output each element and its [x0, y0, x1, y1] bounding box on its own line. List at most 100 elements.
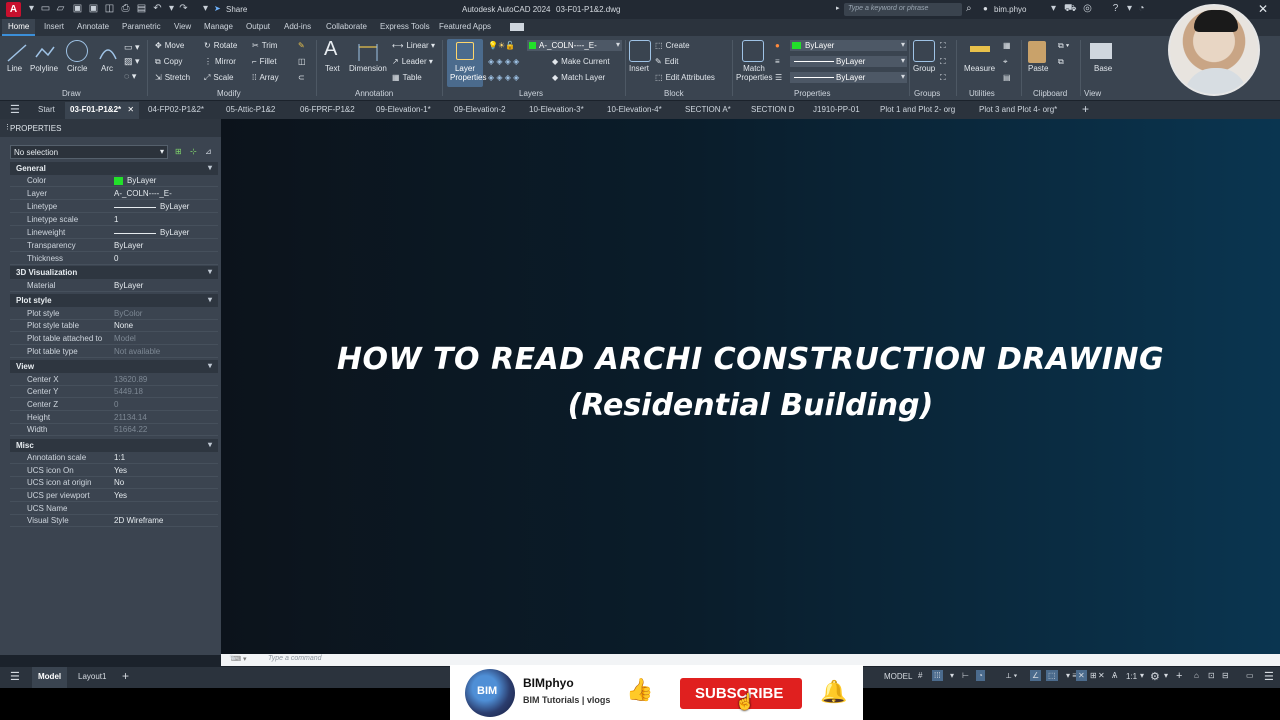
rotate-button[interactable]: ↻ Rotate [204, 41, 237, 50]
tab-express-tools[interactable]: Express Tools [380, 22, 430, 31]
view-category[interactable]: View ▾ [10, 360, 218, 373]
color-dropdown[interactable]: ByLayer ▾ [790, 40, 907, 51]
add-icon[interactable]: + [1176, 670, 1182, 682]
clipboard-panel-label[interactable]: Clipboard [1033, 89, 1067, 98]
prop-row-thickness[interactable]: Thickness 0 [10, 253, 218, 265]
doc-tab[interactable]: 09-Elevation-1* [376, 105, 431, 114]
layer-properties-button[interactable]: Layer Properties [447, 39, 486, 87]
autodesk-app-store-icon[interactable]: ◔ [1136, 3, 1147, 14]
search-icon[interactable]: ⌕ [966, 3, 972, 14]
leader-button[interactable]: ↗ Leader ▾ [392, 57, 433, 66]
group-edit-icon[interactable]: ⛶ [940, 57, 946, 67]
prop-row-ucs-name[interactable]: UCS Name [10, 503, 218, 515]
layout-menu-icon[interactable]: ☰ [10, 670, 20, 683]
close-window-icon[interactable]: ✕ [1258, 2, 1268, 16]
palette-grip-icon[interactable]: ⋮ [4, 123, 11, 131]
prop-row-annotation-scale[interactable]: Annotation scale 1:1 [10, 452, 218, 464]
scale-button[interactable]: ⤢ Scale [204, 73, 233, 83]
properties-header[interactable]: ⋮ PROPERTIES [0, 119, 221, 137]
prop-row-center-y[interactable]: Center Y 5449.18 [10, 386, 218, 398]
collapse-arrow-icon[interactable]: ▾ [208, 440, 212, 449]
line-button[interactable]: Line [7, 64, 22, 73]
tab-home[interactable]: Home [2, 19, 36, 36]
prop-row-linetype-scale[interactable]: Linetype scale 1 [10, 214, 218, 226]
count-icon[interactable]: ▤ [1003, 73, 1011, 82]
new-layout-icon[interactable]: + [122, 669, 129, 683]
doc-tab[interactable]: J1910-PP-01 [813, 105, 860, 114]
annotation-scale-icon[interactable]: Ѧ [1112, 671, 1117, 680]
web-save-icon[interactable]: ◫ [104, 3, 115, 14]
layer-tools-row1-icons[interactable]: ◈ ◈ ◈ ◈ [488, 57, 519, 66]
linetype-dropdown[interactable]: ByLayer ▾ [790, 72, 907, 83]
insert-button[interactable]: Insert [629, 64, 649, 73]
layer-state-icons[interactable]: 💡☀🔓 [488, 41, 515, 50]
print-icon[interactable]: ⎙ [120, 3, 131, 14]
modify-panel-label[interactable]: Modify [217, 89, 241, 98]
thumbs-up-icon[interactable]: 👍 [626, 677, 653, 703]
array-button[interactable]: ⁞⁞ Array [252, 73, 279, 82]
prop-row-color[interactable]: Color ByLayer [10, 175, 218, 187]
tab-parametric[interactable]: Parametric [122, 22, 161, 31]
prop-row-center-z[interactable]: Center Z 0 [10, 399, 218, 411]
move-button[interactable]: ✥ Move [155, 41, 184, 50]
group-button[interactable]: Group [913, 64, 935, 73]
doc-tab[interactable]: SECTION D [751, 105, 795, 114]
autoscale-icon[interactable]: ✕ [1098, 671, 1105, 680]
share-icon[interactable]: ➤ [214, 4, 221, 13]
prop-row-lineweight[interactable]: Lineweight ByLayer [10, 227, 218, 239]
general-category[interactable]: General ▾ [10, 162, 218, 175]
draw-panel-label[interactable]: Draw [62, 89, 81, 98]
erase-icon[interactable]: ✎ [298, 41, 305, 50]
plot-style-category[interactable]: Plot style ▾ [10, 294, 218, 307]
hatch-icon[interactable]: ▨ ▾ [124, 56, 140, 67]
copy-button[interactable]: ⧉ Copy [155, 57, 182, 67]
tab-annotate[interactable]: Annotate [77, 22, 109, 31]
3d-visualization-category[interactable]: 3D Visualization ▾ [10, 266, 218, 279]
prop-row-ucs-icon-on[interactable]: UCS icon On Yes [10, 465, 218, 477]
utilities-panel-label[interactable]: Utilities [969, 89, 995, 98]
collapse-arrow-icon[interactable]: ▾ [208, 361, 212, 370]
doc-tab-start[interactable]: Start [38, 105, 55, 114]
prop-row-center-x[interactable]: Center X 13620.89 [10, 374, 218, 386]
stretch-button[interactable]: ⇲ Stretch [155, 73, 190, 82]
mirror-button[interactable]: ⋮ Mirror [204, 57, 236, 66]
collapse-arrow-icon[interactable]: ▾ [208, 163, 212, 172]
redo-icon[interactable]: ↷ [178, 3, 189, 14]
trim-button[interactable]: ✂ Trim [252, 41, 277, 50]
model-space-indicator[interactable]: MODEL [884, 672, 912, 681]
paste-button[interactable]: Paste [1028, 64, 1048, 73]
polyline-button[interactable]: Polyline [30, 64, 58, 73]
qat-customize-icon[interactable]: ▾ [200, 3, 211, 14]
doc-tab[interactable]: 10-Elevation-4* [607, 105, 662, 114]
annotation-visibility-icon[interactable]: ✕ [1076, 670, 1087, 681]
prop-row-visual-style[interactable]: Visual Style 2D Wireframe [10, 515, 218, 527]
lineweight-dropdown[interactable]: ByLayer ▾ [790, 56, 907, 67]
prop-row-plot-table-type[interactable]: Plot table type Not available [10, 346, 218, 358]
measure-button[interactable]: Measure [964, 64, 995, 73]
clean-screen-icon[interactable]: ⊟ [1222, 671, 1229, 680]
dimension-button[interactable]: Dimension [349, 64, 387, 73]
layers-panel-label[interactable]: Layers [519, 89, 543, 98]
base-button[interactable]: Base [1094, 64, 1112, 73]
toggle-pickadd-icon[interactable]: ⊞ [175, 147, 182, 156]
isodraft-icon[interactable]: ⟂ ▾ [1006, 671, 1017, 681]
save-icon[interactable]: ▣ [72, 3, 83, 14]
doc-tab[interactable]: 09-Elevation-2 [454, 105, 506, 114]
notification-bell-icon[interactable]: 🔔 [820, 679, 847, 705]
annotation-scale-value[interactable]: 1:1 [1126, 672, 1137, 681]
misc-category[interactable]: Misc ▾ [10, 439, 218, 452]
a360-icon[interactable]: ◎ [1082, 3, 1093, 14]
polar-icon[interactable]: ◔ [976, 670, 985, 681]
tab-featured-apps[interactable]: Featured Apps [439, 22, 491, 31]
match-layer-button[interactable]: ◆ Match Layer [552, 73, 605, 82]
copy-clip-icon[interactable]: ⧉ [1058, 57, 1064, 67]
prop-row-height[interactable]: Height 21134.14 [10, 412, 218, 424]
doc-tab[interactable]: 06-FPRF-P1&2 [300, 105, 355, 114]
collapse-arrow-icon[interactable]: ▾ [208, 295, 212, 304]
tab-collaborate[interactable]: Collaborate [326, 22, 367, 31]
new-file-icon[interactable]: ▭ [40, 3, 51, 14]
autocad-logo-icon[interactable]: A [6, 2, 21, 17]
doc-tab[interactable]: 10-Elevation-3* [529, 105, 584, 114]
prop-row-layer[interactable]: Layer A-_COLN----_E- [10, 188, 218, 200]
cart-icon[interactable]: ⛟ [1064, 3, 1077, 14]
